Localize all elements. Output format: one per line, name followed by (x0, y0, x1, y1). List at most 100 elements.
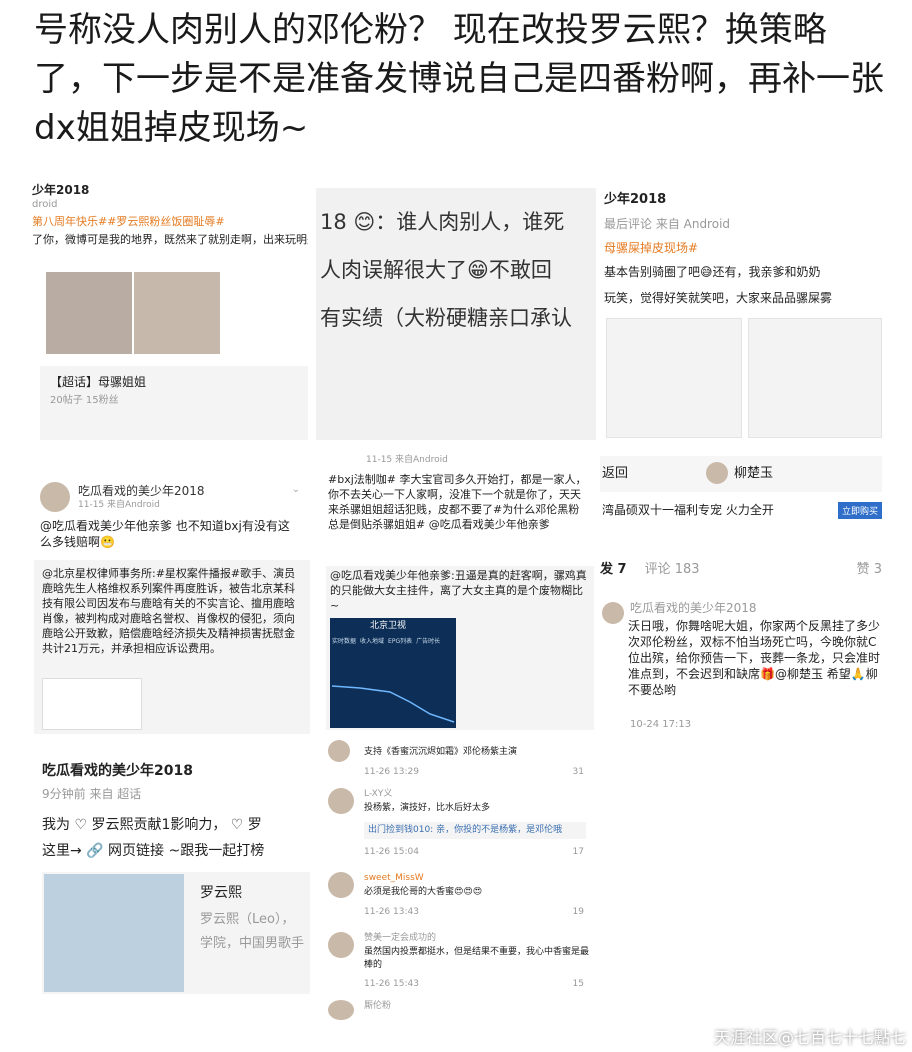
comment-time: 11-26 15:04 (364, 847, 419, 857)
post-user[interactable]: 吃瓜看戏的美少年2018 (78, 483, 205, 499)
post-tag: 第八周年快乐##罗云熙粉丝饭圈耻辱# (32, 215, 225, 228)
zoom-line-3: 有实绩（大粉硬糖亲口承认 (320, 306, 572, 330)
post-text-2[interactable]: 这里→ 🔗 网页链接 ~跟我一起打榜 (42, 840, 264, 862)
screenshot-vote-comments: 支持《香蜜沉沉烬如霜》邓伦杨紫主演 11-26 13:29 31 L-XY义 投… (326, 736, 594, 1020)
supertopic-card[interactable]: 【超话】母骡姐姐 20帖子 15粉丝 (40, 366, 308, 440)
comment-text: 投杨紫，演技好，比水后好太多 (364, 803, 491, 813)
post-user: 少年2018 (32, 183, 90, 197)
post-text: 了你，微博可是我的地界，既然来了就别走啊，出来玩明别 (32, 233, 308, 246)
supertopic-stats: 20帖子 15粉丝 (50, 395, 119, 406)
like-count[interactable]: 31 (573, 766, 584, 779)
like-count[interactable]: 17 (573, 846, 584, 859)
tab-reposts[interactable]: 发 7 (600, 560, 627, 579)
chat-image-left (606, 318, 742, 438)
supertopic-name: 【超话】母骡姐姐 (50, 375, 147, 389)
tab-likes[interactable]: 赞 3 (857, 560, 882, 579)
tv-screenshot: 北京卫视 实时数据 收入地域 EPG列表 广告时长 (330, 618, 456, 728)
comment-item: sweet_MissW 必须是我伦哥的大香蜜😍😍😍 11-26 13:43 19 (326, 870, 594, 920)
headline: 号称没人肉别人的邓伦粉？ 现在改投罗云熙？换策略了，下一步是不是准备发博说自己是… (34, 10, 884, 148)
tv-tab[interactable]: EPG列表 (388, 636, 412, 645)
like-count[interactable]: 15 (573, 978, 584, 991)
repost-text: @吃瓜看戏美少年他亲爹:丑逼是真的赶客啊，骡鸡真的只能做大女主挂件，离了大女主真… (330, 569, 587, 612)
screenshot-ranking-post: 吃瓜看戏的美少年2018 9分钟前 来自 超话 我为 ♡ 罗云熙贡献1影响力， … (30, 756, 310, 1018)
post-meta: droid (32, 199, 58, 210)
comment-item: 赞美一定会成功的 虽然国内投票都挺水，但是结果不重要，我心中香蜜是最棒的 11-… (326, 930, 594, 992)
chevron-down-icon[interactable]: ⌄ (292, 484, 300, 495)
tv-tabs: 实时数据 收入地域 EPG列表 广告时长 (332, 636, 440, 645)
post-meta: 11-15 来自Android (366, 455, 448, 465)
post-meta: 11-15 来自Android (78, 499, 160, 510)
post-text-1: 我为 ♡ 罗云熙贡献1影响力， ♡ 罗 (42, 817, 262, 833)
photo-left (46, 272, 132, 354)
post-tag: 母骡屎掉皮现场# (604, 241, 699, 255)
repost-text: @北京星权律师事务所:#星权案件播报#歌手、演员鹿晗先生人格维权系列案件再度胜诉… (42, 567, 296, 655)
comment-user[interactable]: L-XY义 (364, 788, 392, 801)
comment-tabs: 发 7 评论 183 赞 3 (600, 560, 882, 579)
comment-time: 11-26 13:29 (364, 767, 419, 777)
tv-title: 北京卫视 (370, 621, 407, 631)
comment-text: 虽然国内投票都挺水，但是结果不重要，我心中香蜜是最棒的 (364, 947, 590, 970)
comment-user[interactable]: 赞美一定会成功的 (364, 932, 436, 945)
comment-item: L-XY义 投杨紫，演技好，比水后好太多 出门捡到钱010: 亲，你投的不是杨紫… (326, 786, 594, 860)
avatar[interactable] (328, 788, 354, 814)
card-photo (44, 874, 184, 992)
screenshot-zoomed-text: 18 😊：谁人肉别人，谁死 人肉误解很大了😁不敢回 有实绩（大粉硬糖亲口承认 (316, 188, 596, 440)
ad-buy-button[interactable]: 立即购买 (837, 502, 882, 519)
post-text-2: 玩笑，觉得好笑就笑吧，大家来品品骡屎雾 (604, 291, 833, 305)
comment-text: 必须是我伦哥的大香蜜😍😍😍 (364, 887, 483, 897)
avatar[interactable] (328, 872, 354, 898)
screenshot-chat-collage: 少年2018 最后评论 来自 Android 母骡屎掉皮现场# 基本告别骑圈了吧… (602, 186, 882, 442)
tv-tab[interactable]: 收入地域 (360, 636, 384, 645)
back-button[interactable]: 返回 (602, 464, 628, 483)
comment-user[interactable]: sweet_MissW (364, 872, 424, 885)
card-title: 罗云熙 (200, 885, 242, 901)
comment-user[interactable]: 厮伦粉 (364, 1000, 391, 1013)
like-count[interactable]: 19 (573, 906, 584, 919)
comment-item: 支持《香蜜沉沉烬如霜》邓伦杨紫主演 11-26 13:29 31 (326, 740, 594, 780)
ad-text: 湾晶硕双十一福利专宠 火力全开 (602, 503, 774, 517)
photo-right (134, 272, 220, 354)
tv-tab[interactable]: 广告时长 (416, 636, 440, 645)
screenshot-supertopic: 少年2018 droid 第八周年快乐##罗云熙粉丝饭圈耻辱# 了你，微博可是我… (30, 178, 308, 443)
avatar[interactable] (706, 462, 728, 484)
tab-comments[interactable]: 评论 183 (645, 560, 700, 579)
avatar[interactable] (328, 1000, 354, 1020)
avatar[interactable] (40, 482, 70, 512)
avatar[interactable] (602, 602, 624, 624)
comment-item: 厮伦粉 (326, 998, 594, 1020)
link-card[interactable]: 罗云熙 罗云熙（Leo）， 学院，中国男歌手 (42, 872, 310, 994)
post-text: @吃瓜看戏美少年他亲爹 也不知道bxj有没有这么多钱赔啊😬 (40, 519, 290, 549)
post-user: 少年2018 (604, 192, 667, 207)
avatar[interactable] (328, 740, 350, 762)
post-user[interactable]: 吃瓜看戏的美少年2018 (42, 760, 193, 782)
comment-text: 支持《香蜜沉沉烬如霜》邓伦杨紫主演 (364, 747, 518, 757)
post-text-1: 基本告别骑圈了吧😅还有，我亲爹和奶奶 (604, 265, 821, 279)
post-text: #bxj法制咖# 李大宝官司多久开始打，都是一家人，你不去关心一下人家啊，没准下… (328, 473, 587, 531)
tv-line-chart (331, 685, 455, 723)
comment-user[interactable]: 吃瓜看戏的美少年2018 (630, 600, 757, 616)
top-bar: 返回 柳楚玉 (600, 456, 882, 492)
document-thumbnail (42, 678, 142, 730)
zoom-line-1: 18 😊：谁人肉别人，谁死 (320, 210, 565, 234)
card-desc-2: 学院，中国男歌手 (200, 936, 305, 951)
post-meta: 9分钟前 来自 超话 (42, 787, 142, 801)
zoom-line-2: 人肉误解很大了😁不敢回 (320, 258, 552, 282)
tv-tab[interactable]: 实时数据 (332, 636, 356, 645)
avatar[interactable] (328, 932, 354, 958)
chat-image-right (748, 318, 882, 438)
source-watermark: 天涯社区@七百七十七點七 (713, 1028, 906, 1047)
comment-text: 沃日哦，你舞啥呢大姐，你家两个反黑挂了多少次邓伦粉丝，双标不怕当场死亡吗，今晚你… (628, 619, 881, 697)
comment-time: 11-26 15:43 (364, 979, 419, 989)
card-desc-1: 罗云熙（Leo）， (200, 912, 295, 927)
repost-box[interactable]: @北京星权律师事务所:#星权案件播报#歌手、演员鹿晗先生人格维权系列案件再度胜诉… (34, 560, 310, 734)
top-user[interactable]: 柳楚玉 (734, 464, 773, 483)
comment-time: 10-24 17:13 (630, 719, 692, 730)
repost-box[interactable]: @吃瓜看戏美少年他亲爹:丑逼是真的赶客啊，骡鸡真的只能做大女主挂件，离了大女主真… (326, 566, 594, 730)
comment-time: 11-26 13:43 (364, 907, 419, 917)
ad-banner[interactable]: 湾晶硕双十一福利专宠 火力全开 立即购买 (600, 498, 882, 524)
page: 号称没人肉别人的邓伦粉？ 现在改投罗云熙？换策略了，下一步是不是准备发博说自己是… (0, 0, 912, 1052)
screenshot-comment-detail: 返回 柳楚玉 湾晶硕双十一福利专宠 火力全开 立即购买 发 7 评论 183 赞… (600, 456, 882, 734)
screenshot-tv-repost: 11-15 来自Android #bxj法制咖# 李大宝官司多久开始打，都是一家… (326, 452, 594, 730)
screenshot-lawsuit-repost: 吃瓜看戏的美少年2018 11-15 来自Android ⌄ @吃瓜看戏美少年他… (30, 468, 310, 734)
post-meta: 最后评论 来自 Android (604, 217, 731, 231)
